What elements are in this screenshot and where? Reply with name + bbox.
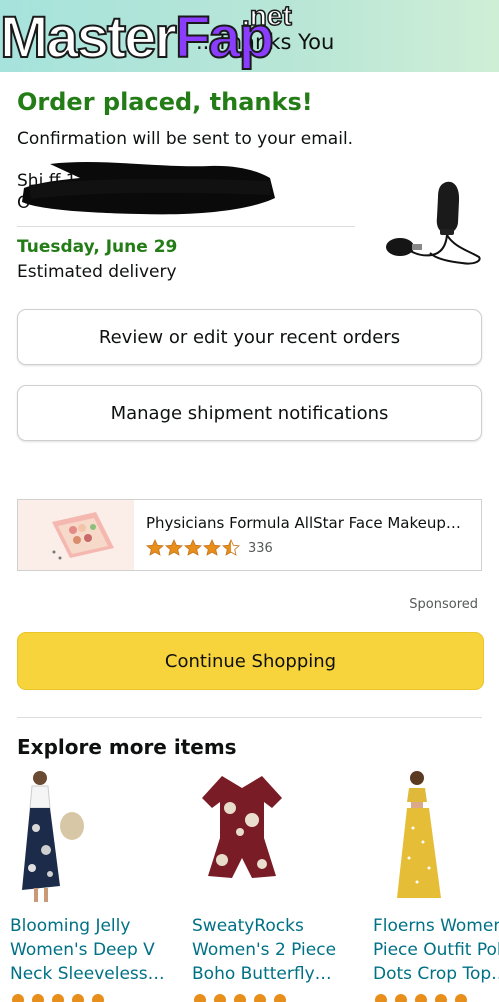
continue-shopping-button[interactable]: Continue Shopping: [17, 632, 484, 690]
explore-item-stars: [375, 994, 467, 1002]
explore-item-image[interactable]: [10, 768, 100, 908]
explore-item-stars: [12, 994, 104, 1002]
divider: [17, 226, 355, 227]
explore-item-title[interactable]: SweatyRocks Women's 2 Piece Boho Butterf…: [192, 914, 357, 986]
sponsored-label: Sponsored: [409, 597, 478, 612]
ad-review-count[interactable]: 336: [248, 541, 273, 556]
redaction-scribble: [22, 162, 275, 215]
explore-item-title[interactable]: Floerns Women Piece Outfit Pol Dots Crop…: [373, 914, 499, 986]
explore-item-image[interactable]: [373, 768, 463, 908]
ordered-product-image[interactable]: [384, 175, 484, 270]
manage-notifications-button[interactable]: Manage shipment notifications: [17, 385, 482, 441]
explore-item[interactable]: Floerns Women Piece Outfit Pol Dots Crop…: [373, 768, 499, 1002]
explore-item[interactable]: Blooming Jelly Women's Deep V Neck Sleev…: [10, 768, 180, 1002]
explore-item-image[interactable]: [192, 768, 292, 908]
review-orders-button[interactable]: Review or edit your recent orders: [17, 309, 482, 365]
ad-star-rating: [146, 539, 240, 556]
order-confirmation-heading: Order placed, thanks!: [17, 88, 313, 116]
confirmation-text: Confirmation will be sent to your email.: [17, 129, 354, 149]
explore-heading: Explore more items: [17, 735, 237, 759]
explore-item[interactable]: SweatyRocks Women's 2 Piece Boho Butterf…: [192, 768, 362, 1002]
ad-title[interactable]: Physicians Formula AllStar Face Makeup…: [146, 514, 461, 532]
sponsored-ad-card[interactable]: Physicians Formula AllStar Face Makeup… …: [17, 499, 482, 571]
explore-item-stars: [194, 994, 286, 1002]
divider: [17, 717, 482, 718]
watermark-suffix: .net: [241, 0, 292, 32]
explore-item-title[interactable]: Blooming Jelly Women's Deep V Neck Sleev…: [10, 914, 175, 986]
delivery-label: Estimated delivery: [17, 262, 177, 282]
watermark-logo: MasterFap: [0, 5, 275, 70]
delivery-date: Tuesday, June 29: [17, 237, 178, 257]
ad-product-image[interactable]: [18, 500, 134, 570]
